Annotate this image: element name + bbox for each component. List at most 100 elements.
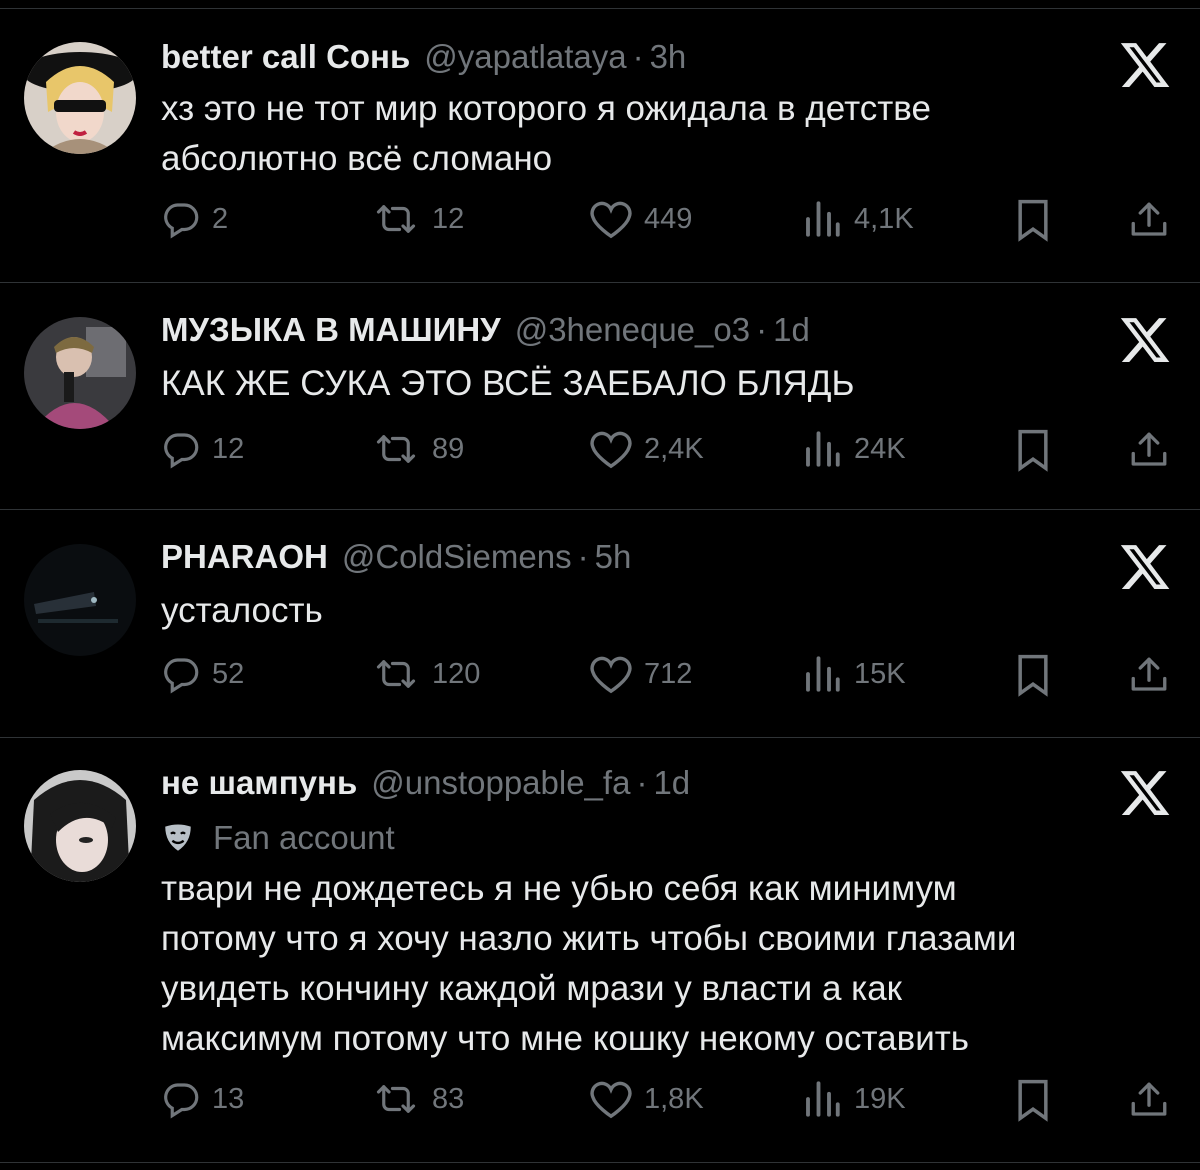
views-button[interactable]: 24K [800,428,906,470]
share-icon [1131,202,1167,236]
repost-icon [376,205,416,233]
reply-icon [164,433,199,469]
heart-icon [590,431,632,469]
reply-count: 52 [212,657,245,690]
heart-icon [590,201,632,239]
repost-button[interactable]: 12 [370,198,464,240]
tweet[interactable]: МУЗЫКА В МАШИНУ @3heneque_o3 · 1d КАК ЖЕ… [0,283,1200,509]
tweet-header: PHARAOH @ColdSiemens · 5h [161,538,631,582]
share-icon [1131,1082,1167,1116]
views-button[interactable]: 15K [800,653,906,695]
separator-dot: · [636,764,648,801]
share-button[interactable] [1128,198,1180,242]
tweet[interactable]: не шампунь @unstoppable_fa · 1d Fan acco… [0,738,1200,1162]
bookmark-button[interactable] [1014,653,1062,697]
bookmark-button[interactable] [1014,198,1062,242]
repost-button[interactable]: 89 [370,428,464,470]
like-count: 449 [644,202,693,235]
fan-account-label: Fan account [161,816,395,860]
reply-icon [164,658,199,694]
user-handle[interactable]: @unstoppable_fa [371,764,630,802]
display-name[interactable]: МУЗЫКА В МАШИНУ [161,311,501,349]
user-handle[interactable]: @3heneque_o3 [515,311,750,349]
x-logo-icon[interactable] [1118,766,1172,820]
repost-icon [376,1085,416,1113]
reply-button[interactable]: 52 [160,653,244,695]
like-count: 712 [644,657,693,690]
repost-count: 12 [432,202,465,235]
tweet-text: твари не дождетесь я не убью себя как ми… [161,869,1017,1058]
heart-icon [590,656,632,694]
views-icon [806,431,840,467]
bookmark-icon [1018,654,1048,697]
timestamp[interactable]: 1d [653,764,690,802]
reply-count: 2 [212,202,229,235]
bookmark-button[interactable] [1014,1078,1062,1122]
display-name[interactable]: better call Сонь [161,38,410,76]
tweet[interactable]: PHARAOH @ColdSiemens · 5h усталость 52 1… [0,510,1200,737]
views-icon [806,1081,840,1117]
reply-count: 12 [212,432,245,465]
timestamp[interactable]: 5h [595,538,632,576]
x-logo-icon[interactable] [1118,38,1172,92]
reply-button[interactable]: 2 [160,198,228,240]
views-button[interactable]: 19K [800,1078,906,1120]
views-button[interactable]: 4,1K [800,198,914,240]
avatar[interactable] [24,770,136,882]
timestamp[interactable]: 3h [650,38,687,76]
avatar[interactable] [24,42,136,154]
view-count: 4,1K [854,202,914,235]
fan-account-text: Fan account [213,819,395,856]
x-logo-icon[interactable] [1118,313,1172,367]
timestamp[interactable]: 1d [773,311,810,349]
tweet-header: МУЗЫКА В МАШИНУ @3heneque_o3 · 1d [161,311,810,355]
avatar[interactable] [24,544,136,656]
share-button[interactable] [1128,1078,1180,1122]
separator-dot: · [632,38,644,75]
separator-dot: · [756,311,768,348]
view-count: 19K [854,1082,906,1115]
reply-icon [164,1083,199,1119]
avatar[interactable] [24,317,136,429]
tweet-text: хз это не тот мир которого я ожидала в д… [161,89,931,178]
repost-button[interactable]: 120 [370,653,480,695]
tweet-text: усталость [161,591,323,630]
divider [0,1162,1200,1163]
repost-icon [376,660,416,688]
like-button[interactable]: 2,4K [588,428,704,470]
reply-button[interactable]: 12 [160,428,244,470]
theater-masks-icon [165,824,191,851]
x-logo-icon[interactable] [1118,540,1172,594]
repost-icon [376,435,416,463]
view-count: 15K [854,657,906,690]
bookmark-button[interactable] [1014,428,1062,472]
display-name[interactable]: не шампунь [161,764,357,802]
repost-count: 89 [432,432,465,465]
tweet-text: КАК ЖЕ СУКА ЭТО ВСЁ ЗАЕБАЛО БЛЯДЬ [161,364,855,403]
views-icon [806,656,840,692]
like-button[interactable]: 1,8K [588,1078,704,1120]
tweet-header: не шампунь @unstoppable_fa · 1d [161,764,690,808]
like-button[interactable]: 712 [588,653,692,695]
like-count: 2,4K [644,432,704,465]
share-icon [1131,657,1167,691]
timeline: better call Сонь @yapatlataya · 3h хз эт… [0,0,1200,1170]
bookmark-icon [1018,429,1048,472]
tweet-header: better call Сонь @yapatlataya · 3h [161,38,686,82]
bookmark-icon [1018,199,1048,242]
like-button[interactable]: 449 [588,198,692,240]
repost-button[interactable]: 83 [370,1078,464,1120]
reply-icon [164,203,199,239]
share-button[interactable] [1128,428,1180,472]
tweet[interactable]: better call Сонь @yapatlataya · 3h хз эт… [0,0,1200,282]
display-name[interactable]: PHARAOH [161,538,328,576]
reply-button[interactable]: 13 [160,1078,244,1120]
share-button[interactable] [1128,653,1180,697]
user-handle[interactable]: @ColdSiemens [342,538,572,576]
share-icon [1131,432,1167,466]
separator-dot: · [577,538,589,575]
views-icon [806,201,840,237]
heart-icon [590,1081,632,1119]
user-handle[interactable]: @yapatlataya [424,38,626,76]
tweet-actions: 13 83 1,8K 19K [0,1078,1200,1128]
